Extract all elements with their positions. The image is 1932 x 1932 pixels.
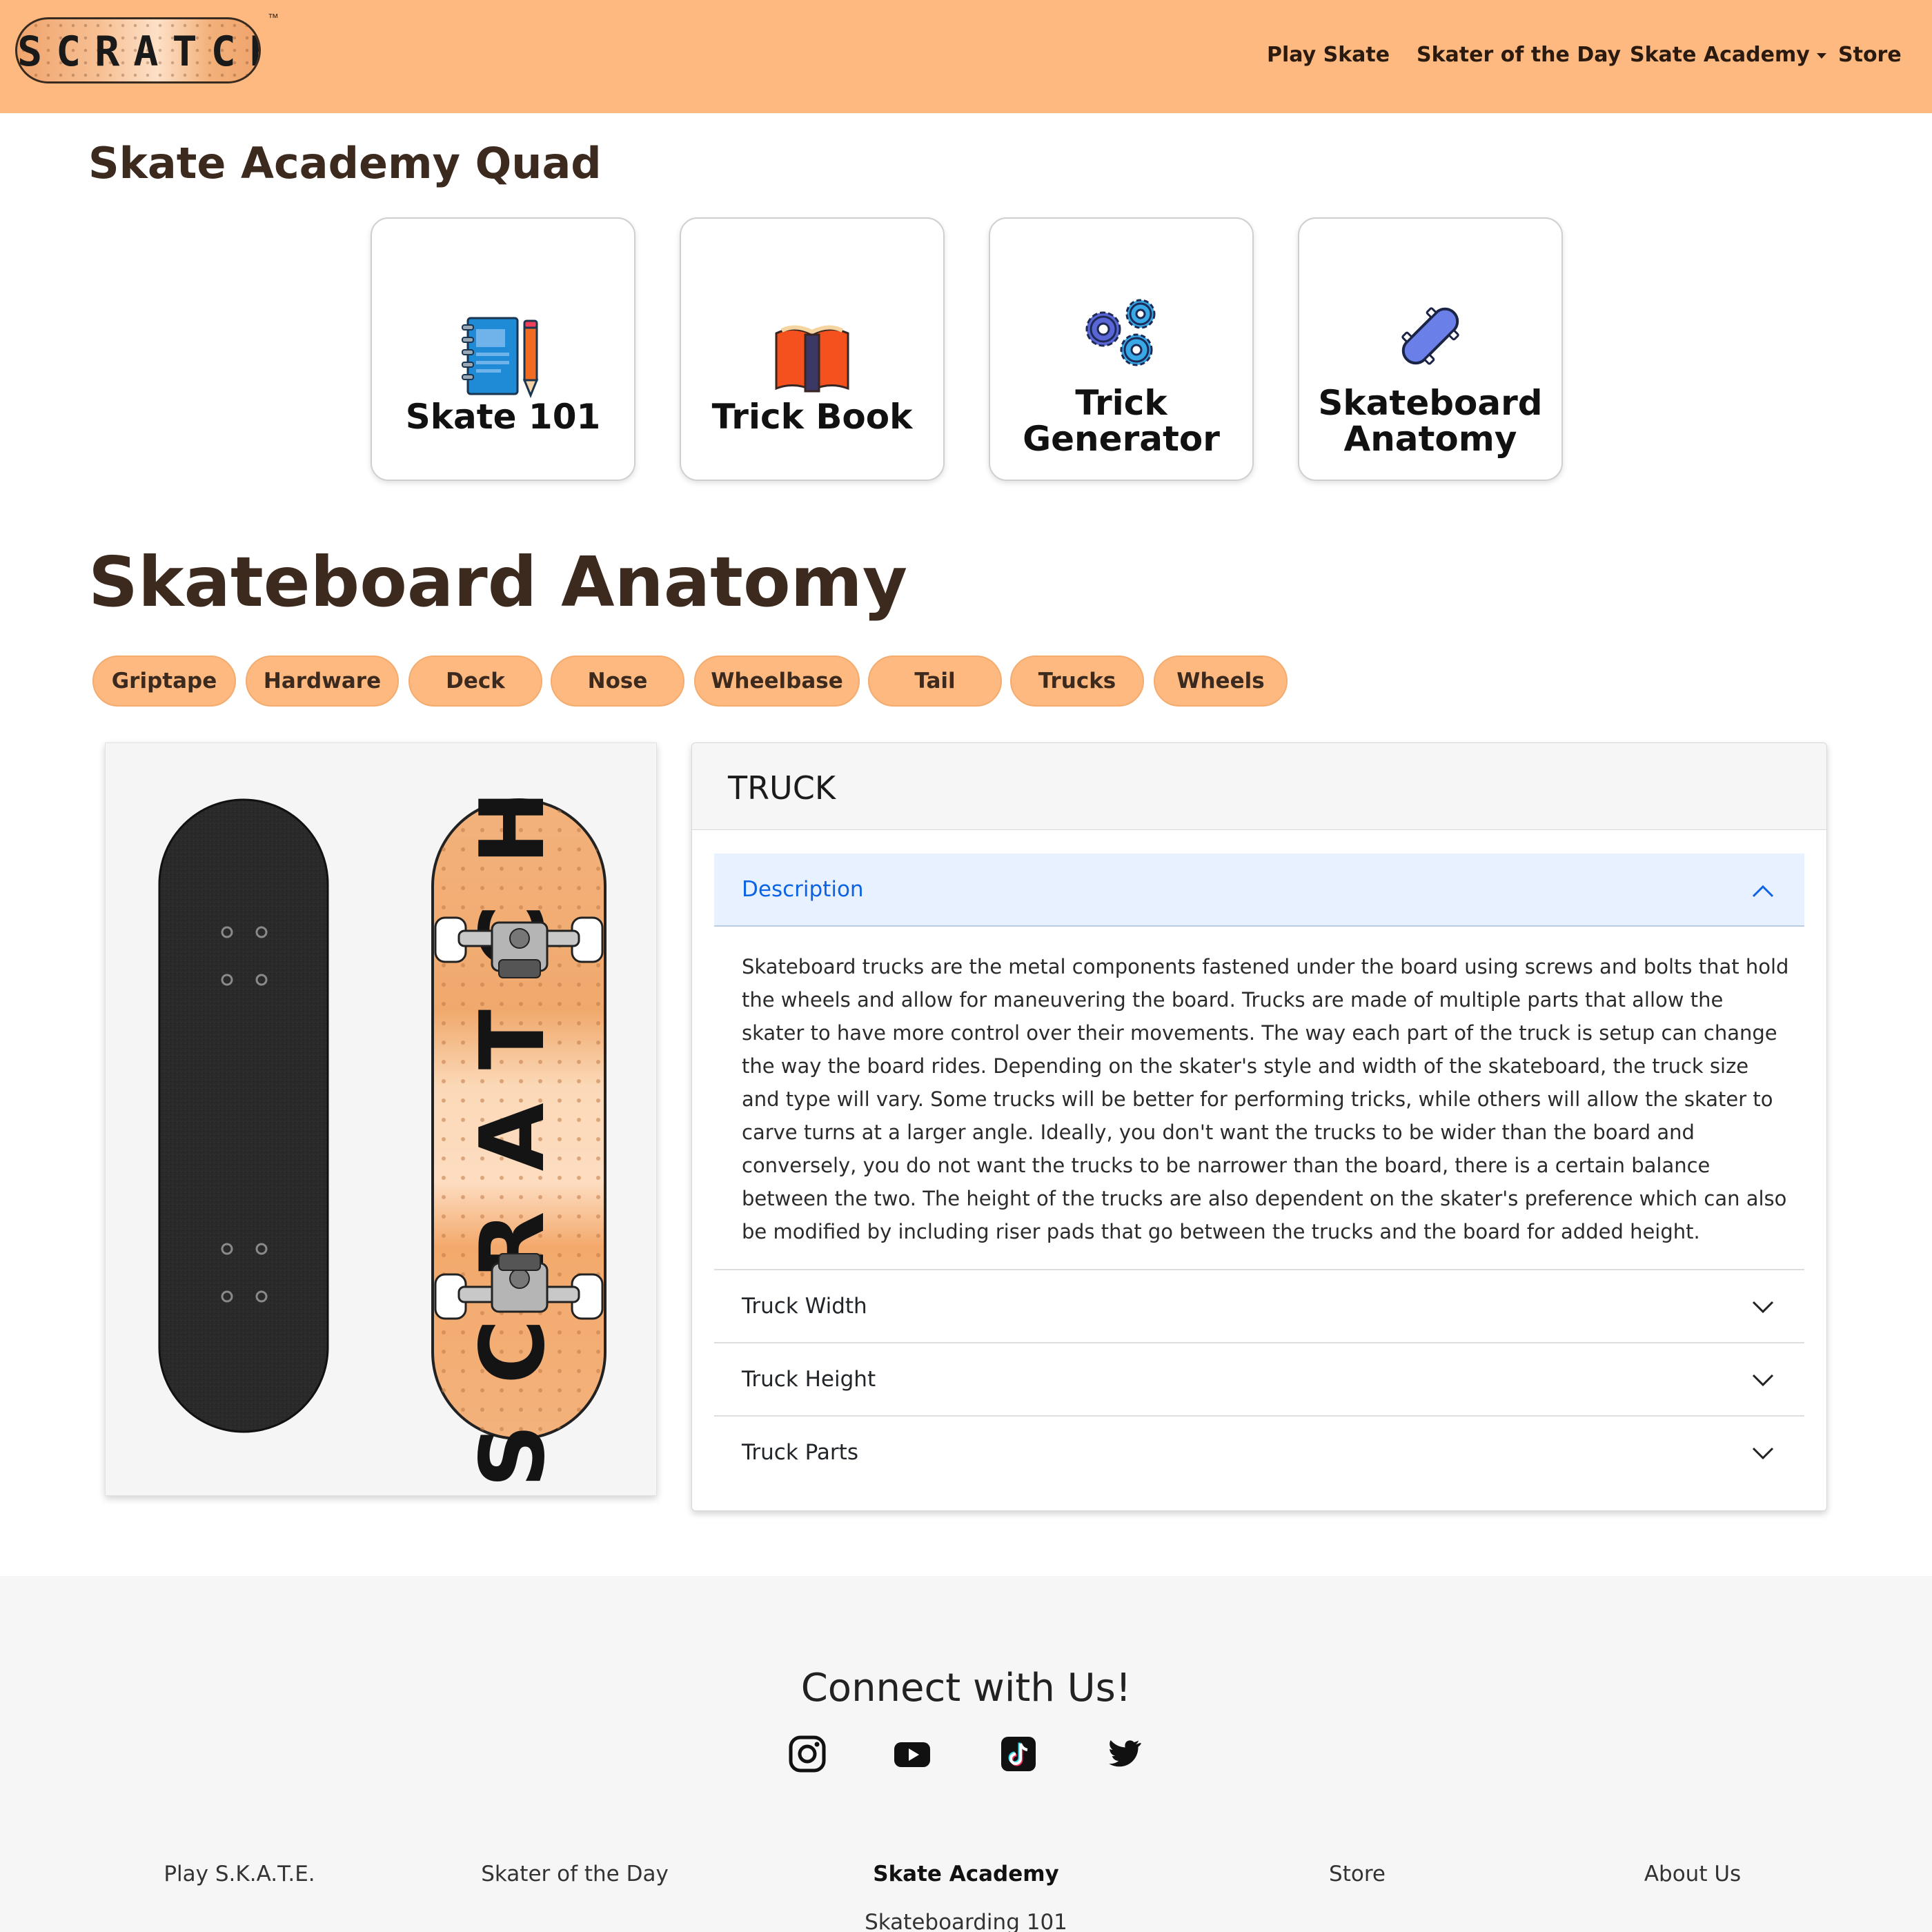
tab-nose[interactable]: Nose <box>551 656 684 707</box>
footer-link-play[interactable]: Play S.K.A.T.E. <box>164 1862 315 1886</box>
tab-trucks[interactable]: Trucks <box>1010 656 1144 707</box>
chevron-up-icon <box>1752 885 1774 898</box>
tab-deck[interactable]: Deck <box>408 656 542 707</box>
footer-link-store[interactable]: Store <box>1329 1862 1386 1886</box>
part-title: TRUCK <box>728 769 836 807</box>
footer-link-skate-academy[interactable]: Skate Academy <box>873 1862 1059 1886</box>
anatomy-title: Skateboard Anatomy <box>88 542 908 622</box>
nav-skater-of-the-day[interactable]: Skater of the Day <box>1417 43 1621 67</box>
footer-link-skater-of-the-day[interactable]: Skater of the Day <box>481 1862 669 1886</box>
tab-wheels[interactable]: Wheels <box>1154 656 1288 707</box>
caret-down-icon <box>1816 52 1826 59</box>
scratch-logo[interactable]: SCRATCH <box>15 17 261 83</box>
nav-skate-academy-label: Skate Academy <box>1630 43 1810 67</box>
deck-graphic-board[interactable]: SCRATCH <box>431 751 607 1488</box>
open-book-icon <box>775 325 849 393</box>
footer-link-about[interactable]: About Us <box>1644 1862 1741 1886</box>
griptape-board[interactable] <box>158 798 329 1433</box>
quad-card-label-line2: Anatomy <box>1343 419 1517 459</box>
skateboard-icon <box>1401 307 1459 365</box>
instagram-icon[interactable] <box>787 1733 828 1775</box>
trademark-symbol: ™ <box>268 12 279 24</box>
tab-griptape[interactable]: Griptape <box>92 656 236 707</box>
quad-card-trick-book[interactable]: Trick Book <box>680 217 945 481</box>
tab-hardware[interactable]: Hardware <box>246 656 399 707</box>
accordion-label: Truck Height <box>742 1367 876 1392</box>
tiktok-icon[interactable] <box>998 1733 1039 1775</box>
footer: Connect with Us! Play S.K.A.T.E. Skater … <box>0 1576 1932 1932</box>
gears-icon <box>1085 299 1156 366</box>
part-info-header: TRUCK <box>692 743 1826 830</box>
accordion-description-body: Skateboard trucks are the metal componen… <box>742 955 1789 1243</box>
chevron-down-icon <box>1752 1447 1774 1460</box>
accordion-truck-parts[interactable]: Truck Parts <box>714 1415 1804 1488</box>
logo-text: SCRATCH <box>17 28 259 76</box>
connect-heading: Connect with Us! <box>800 1666 1132 1711</box>
quad-card-label-line1: Trick <box>1075 383 1167 423</box>
notebook-pencil-icon <box>462 317 539 398</box>
nav-store[interactable]: Store <box>1838 43 1902 67</box>
tab-tail[interactable]: Tail <box>868 656 1002 707</box>
deck-graphic-text: SCRATCH <box>462 751 564 1488</box>
accordion-truck-height[interactable]: Truck Height <box>714 1342 1804 1415</box>
tab-wheelbase[interactable]: Wheelbase <box>694 656 860 707</box>
quad-card-label-line2: Generator <box>1023 419 1220 459</box>
quad-card-skateboard-anatomy[interactable]: Skateboard Anatomy <box>1298 217 1563 481</box>
quad-card-trick-generator[interactable]: Trick Generator <box>989 217 1254 481</box>
chevron-down-icon <box>1752 1374 1774 1387</box>
footer-link-skateboarding-101[interactable]: Skateboarding 101 <box>865 1910 1067 1932</box>
quad-title: Skate Academy Quad <box>88 138 602 188</box>
nav-play-skate[interactable]: Play Skate <box>1267 43 1390 67</box>
twitter-icon[interactable] <box>1103 1733 1144 1775</box>
quad-card-label: Skate 101 <box>405 397 601 437</box>
top-navbar: SCRATCH ™ Play Skate Skater of the Day S… <box>0 0 1932 113</box>
accordion-label: Truck Parts <box>742 1440 858 1465</box>
quad-card-label-line1: Skateboard <box>1318 383 1543 423</box>
youtube-icon[interactable] <box>891 1733 933 1775</box>
skateboard-diagram: SCRATCH <box>105 742 657 1496</box>
part-info-card: TRUCK Description Skateboard trucks are … <box>691 742 1827 1511</box>
nav-skate-academy-dropdown[interactable]: Skate Academy <box>1630 43 1826 67</box>
accordion-label: Truck Width <box>742 1294 867 1319</box>
accordion-truck-width[interactable]: Truck Width <box>714 1269 1804 1342</box>
quad-card-skate-101[interactable]: Skate 101 <box>371 217 635 481</box>
accordion-label: Description <box>742 877 864 902</box>
accordion-description-header[interactable]: Description <box>714 854 1804 927</box>
quad-card-label: Trick Book <box>711 397 913 437</box>
chevron-down-icon <box>1752 1301 1774 1314</box>
